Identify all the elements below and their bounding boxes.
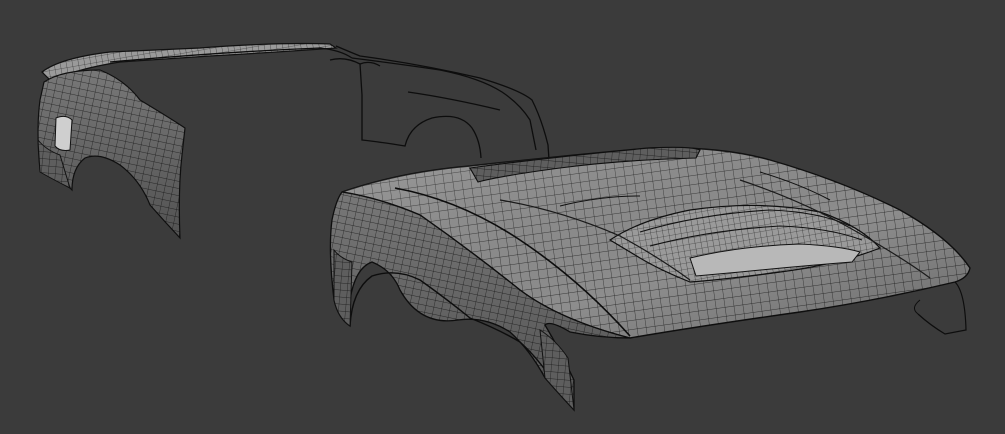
front-hood-fender-mesh[interactable] [329, 146, 971, 412]
viewport-scene[interactable] [0, 0, 1005, 434]
rear-body-panel-mesh[interactable] [37, 42, 338, 240]
3d-viewport[interactable] [0, 0, 1005, 434]
